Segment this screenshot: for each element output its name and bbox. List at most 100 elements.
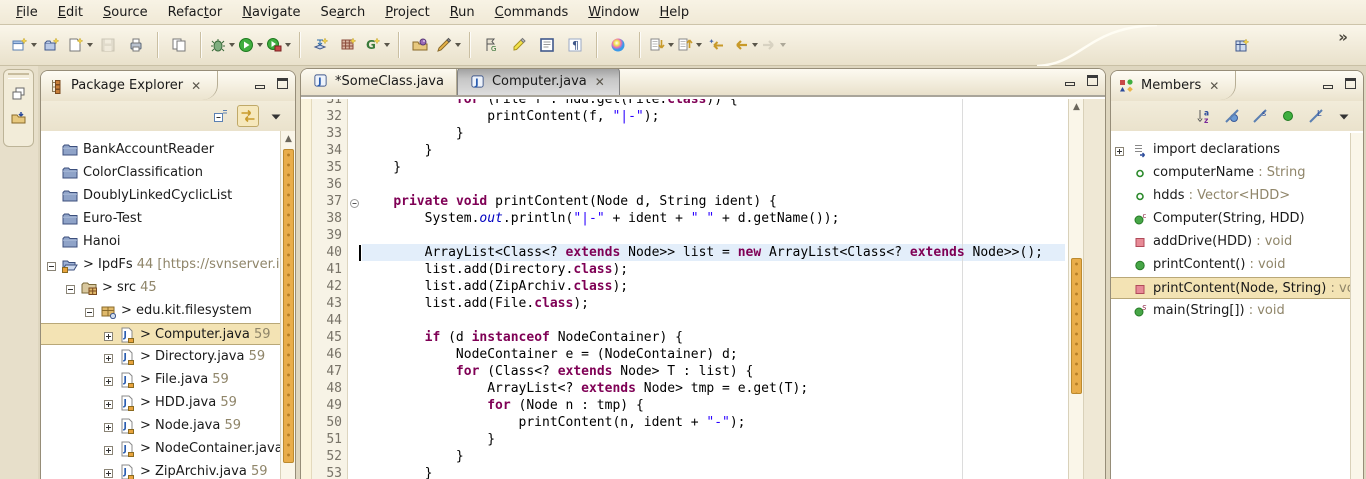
tree-row[interactable]: J> NodeContainer.java 59 <box>41 438 295 460</box>
menu-commands[interactable]: Commands <box>485 2 579 23</box>
members-list[interactable]: Smain(String[]) : voidprintContent(Node,… <box>1111 133 1363 479</box>
member-row[interactable]: addDrive(HDD) : void <box>1111 231 1363 253</box>
package-explorer-tree[interactable]: J> ZipArchiv.java 59J> NodeContainer.jav… <box>41 131 295 479</box>
menu-refactor[interactable]: Refactor <box>158 2 233 23</box>
member-row[interactable]: cComputer(String, HDD) <box>1111 208 1363 230</box>
tree-row[interactable]: > edu.kit.filesystem <box>41 300 295 322</box>
editor-tab-someclassjava[interactable]: J*SomeClass.java <box>301 68 457 95</box>
dropdown-arrow-icon[interactable] <box>384 43 390 47</box>
dropdown-arrow-icon[interactable] <box>455 43 461 47</box>
hide-fields-button[interactable] <box>1221 105 1243 127</box>
dropdown-arrow-icon[interactable] <box>31 43 37 47</box>
next-problem-flag-button[interactable]: G <box>478 31 504 59</box>
code-line[interactable]: } <box>362 465 432 479</box>
code-line[interactable]: } <box>362 431 495 448</box>
member-row[interactable]: computerName : String <box>1111 162 1363 184</box>
menu-project[interactable]: Project <box>375 2 440 23</box>
run-external-button[interactable] <box>265 31 291 59</box>
close-icon[interactable]: ✕ <box>593 75 607 89</box>
dropdown-arrow-icon[interactable] <box>229 43 235 47</box>
view-menu-button[interactable] <box>1333 105 1355 127</box>
members-scrollbar[interactable] <box>1350 133 1363 479</box>
code-line[interactable]: printContent(n, ident + "-"); <box>362 414 746 431</box>
menu-run[interactable]: Run <box>440 2 485 23</box>
expand-box-icon[interactable] <box>104 398 113 407</box>
minimize-icon[interactable] <box>253 76 267 89</box>
maximize-icon[interactable] <box>1085 73 1099 86</box>
minimize-icon[interactable] <box>1321 76 1335 89</box>
show-non-public-button[interactable] <box>1277 105 1299 127</box>
highlighter-button[interactable] <box>506 31 532 59</box>
generate-button[interactable]: G <box>364 31 390 59</box>
code-line[interactable]: for (File f : hdd.get(File.class)) { <box>362 99 738 108</box>
next-annotation-button[interactable] <box>648 31 674 59</box>
run-button[interactable] <box>237 31 263 59</box>
scrollbar-thumb[interactable] <box>1071 258 1082 394</box>
tree-row[interactable]: J> ZipArchiv.java 59 <box>41 461 295 479</box>
fold-collapse-icon[interactable] <box>350 197 359 206</box>
scrollbar-thumb[interactable] <box>283 149 294 463</box>
menu-help[interactable]: Help <box>650 2 700 23</box>
code-line[interactable]: for (Node n : tmp) { <box>362 397 644 414</box>
hide-local-types-button[interactable]: L <box>1305 105 1327 127</box>
menu-source[interactable]: Source <box>93 2 158 23</box>
expand-box-icon[interactable] <box>104 467 113 476</box>
tree-row[interactable]: BankAccountReader <box>41 139 295 161</box>
dropdown-arrow-icon[interactable] <box>668 43 674 47</box>
code-line[interactable]: ArrayList<? extends Node> tmp = e.get(T)… <box>362 380 808 397</box>
tree-row[interactable]: > IpdFs 44 [https://svnserver.i <box>41 254 295 276</box>
fast-view-package-explorer-button[interactable] <box>6 106 31 130</box>
collapse-all-button[interactable] <box>209 105 231 127</box>
new-file-button[interactable] <box>67 31 93 59</box>
collapse-box-icon[interactable] <box>85 306 94 315</box>
sort-button[interactable]: az <box>1193 105 1215 127</box>
tree-row[interactable]: J> Node.java 59 <box>41 415 295 437</box>
editor-tab-computerjava[interactable]: JComputer.java✕ <box>457 68 620 95</box>
members-tab[interactable]: Members ✕ <box>1111 71 1236 100</box>
menu-navigate[interactable]: Navigate <box>232 2 310 23</box>
code-line[interactable]: printContent(f, "|-"); <box>362 108 659 125</box>
back-button[interactable] <box>732 31 758 59</box>
marker-ruler[interactable] <box>301 99 312 479</box>
restore-views-button[interactable] <box>6 81 31 105</box>
member-row[interactable]: import declarations <box>1111 139 1363 161</box>
menu-search[interactable]: Search <box>311 2 376 23</box>
close-icon[interactable]: ✕ <box>189 79 203 93</box>
scroll-up-icon[interactable]: ▲ <box>281 131 295 146</box>
pilcrow-button[interactable]: ¶ <box>562 31 588 59</box>
overview-ruler[interactable] <box>1084 99 1105 479</box>
expand-box-icon[interactable] <box>104 421 113 430</box>
color-sphere-button[interactable] <box>605 31 631 59</box>
code-line[interactable]: } <box>362 125 464 142</box>
editor-scrollbar[interactable]: ▲ <box>1068 99 1084 479</box>
code-line[interactable]: list.add(Directory.class); <box>362 261 628 278</box>
save-button[interactable] <box>95 31 121 59</box>
package-explorer-tab[interactable]: Package Explorer ✕ <box>41 71 218 100</box>
tree-row[interactable]: > src 45 <box>41 277 295 299</box>
framed-doc-button[interactable] <box>534 31 560 59</box>
member-row[interactable]: printContent(Node, String) : void <box>1111 277 1363 299</box>
tree-row[interactable]: ColorClassification <box>41 162 295 184</box>
brush-button[interactable] <box>435 31 461 59</box>
code-line[interactable]: NodeContainer e = (NodeContainer) d; <box>362 346 738 363</box>
expand-box-icon[interactable] <box>104 352 113 361</box>
code-area[interactable]: for (File f : hdd.get(File.class)) { pri… <box>362 99 1067 479</box>
menu-window[interactable]: Window <box>578 2 649 23</box>
import-wizard-button[interactable] <box>308 31 334 59</box>
tree-row[interactable]: Euro-Test <box>41 208 295 230</box>
perspective-more-chevron[interactable]: » <box>1338 28 1348 46</box>
code-line[interactable]: list.add(ZipArchiv.class); <box>362 278 628 295</box>
line-number-ruler[interactable]: 3132333435363738394041424344454647484950… <box>312 99 348 479</box>
dropdown-arrow-icon[interactable] <box>257 43 263 47</box>
dropdown-arrow-icon[interactable] <box>696 43 702 47</box>
tree-row[interactable]: J> HDD.java 59 <box>41 392 295 414</box>
forward-button[interactable] <box>760 31 786 59</box>
previous-annotation-button[interactable] <box>676 31 702 59</box>
print-button[interactable] <box>123 31 149 59</box>
hide-static-button[interactable]: s <box>1249 105 1271 127</box>
dropdown-arrow-icon[interactable] <box>285 43 291 47</box>
code-line[interactable]: private void printContent(Node d, String… <box>362 193 777 210</box>
junit-grid-button[interactable] <box>336 31 362 59</box>
dropdown-arrow-icon[interactable] <box>752 43 758 47</box>
menu-edit[interactable]: Edit <box>48 2 93 23</box>
